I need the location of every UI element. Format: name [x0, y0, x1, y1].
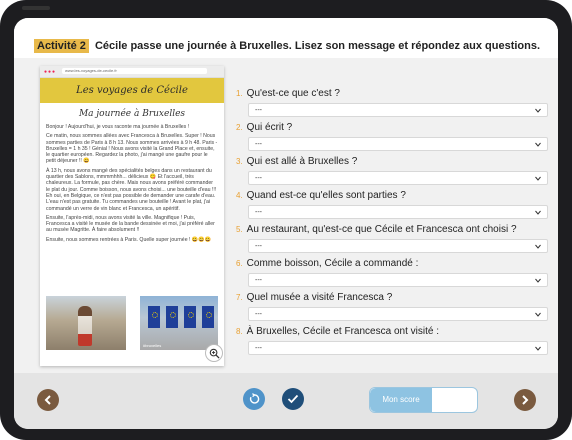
check-icon [287, 394, 299, 404]
activity-header: Activité 2 Cécile passe une journée à Br… [14, 18, 558, 58]
select-value: --- [255, 209, 262, 216]
chevron-down-icon [535, 210, 541, 215]
question-text: Au restaurant, qu'est-ce que Cécile et F… [246, 224, 517, 235]
answer-select[interactable]: --- [248, 239, 548, 253]
chevron-down-icon [535, 312, 541, 317]
photo-eu-flags: #bruxelles [140, 296, 218, 350]
question-label: 3. Qui est allé à Bruxelles ? [236, 156, 554, 167]
select-value: --- [255, 141, 262, 148]
chevron-down-icon [535, 346, 541, 351]
question-number: 7. [236, 293, 243, 302]
reset-icon [249, 393, 260, 404]
question-number: 2. [236, 123, 243, 132]
select-value: --- [255, 243, 262, 250]
post-paragraph: À 13 h, nous avons mangé des spécialités… [46, 167, 217, 212]
question-8: 8. À Bruxelles, Cécile et Francesca ont v… [236, 326, 554, 355]
chevron-down-icon [535, 176, 541, 181]
question-text: Quel musée a visité Francesca ? [246, 292, 393, 303]
answer-select[interactable]: --- [248, 137, 548, 151]
validate-button[interactable] [282, 388, 304, 410]
question-label: 1. Qu'est-ce que c'est ? [236, 88, 554, 99]
question-1: 1. Qu'est-ce que c'est ? --- [236, 88, 554, 117]
post-paragraph: Ce matin, nous sommes allées avec France… [46, 133, 218, 165]
select-value: --- [255, 107, 262, 114]
question-label: 6. Comme boisson, Cécile a commandé : [236, 258, 554, 269]
question-number: 3. [236, 157, 243, 166]
photo-waffle [46, 296, 126, 350]
chevron-down-icon [535, 142, 541, 147]
arrow-left-icon [44, 395, 51, 405]
post-paragraph: Ensuite, nous sommes rentrées à Paris. Q… [46, 236, 212, 243]
question-label: 8. À Bruxelles, Cécile et Francesca ont v… [236, 326, 554, 337]
question-label: 4. Quand est-ce qu'elles sont parties ? [236, 190, 554, 201]
score-toggle[interactable]: Mon score [369, 387, 478, 413]
eu-flag [166, 306, 178, 328]
footer-bar: Mon score [14, 373, 558, 429]
eu-flag [202, 306, 214, 328]
question-4: 4. Quand est-ce qu'elles sont parties ? -… [236, 190, 554, 219]
app-screen: Activité 2 Cécile passe une journée à Br… [14, 18, 558, 429]
question-label: 7. Quel musée a visité Francesca ? [236, 292, 554, 303]
question-number: 5. [236, 225, 243, 234]
photo-caption: #bruxelles [143, 343, 162, 348]
select-value: --- [255, 311, 262, 318]
answer-select[interactable]: --- [248, 171, 548, 185]
reset-button[interactable] [243, 388, 265, 410]
question-6: 6. Comme boisson, Cécile a commandé : --- [236, 258, 554, 287]
chevron-down-icon [535, 278, 541, 283]
score-label: Mon score [370, 388, 432, 412]
browser-url: www.les-voyages-de-cecile.fr [62, 68, 207, 74]
post-paragraph: Ensuite, l'après-midi, nous avons visité… [46, 214, 215, 234]
answer-select[interactable]: --- [248, 103, 548, 117]
question-text: Qui est allé à Bruxelles ? [246, 156, 358, 167]
select-value: --- [255, 175, 262, 182]
eu-flag [148, 306, 160, 328]
zoom-button[interactable] [205, 344, 223, 362]
select-value: --- [255, 277, 262, 284]
question-number: 6. [236, 259, 243, 268]
activity-instruction: Cécile passe une journée à Bruxelles. Li… [94, 40, 541, 52]
question-label: 2. Qui écrit ? [236, 122, 554, 133]
post-body: Bonjour ! Aujourd'hui, je vous raconte m… [40, 124, 224, 243]
question-2: 2. Qui écrit ? --- [236, 122, 554, 151]
question-7: 7. Quel musée a visité Francesca ? --- [236, 292, 554, 321]
arrow-right-icon [522, 395, 529, 405]
activity-tag: Activité 2 [34, 39, 89, 53]
zoom-in-icon [209, 348, 220, 359]
window-dots: ●●● [44, 69, 57, 75]
previous-button[interactable] [37, 389, 59, 411]
eu-flag [184, 306, 196, 328]
answer-select[interactable]: --- [248, 205, 548, 219]
question-text: À Bruxelles, Cécile et Francesca ont vis… [246, 326, 439, 337]
post-paragraph: Bonjour ! Aujourd'hui, je vous raconte m… [46, 124, 190, 130]
select-value: --- [255, 345, 262, 352]
question-number: 4. [236, 191, 243, 200]
question-text: Qu'est-ce que c'est ? [246, 88, 340, 99]
next-button[interactable] [514, 389, 536, 411]
chevron-down-icon [535, 108, 541, 113]
activity-title: Activité 2 Cécile passe une journée à Br… [34, 39, 541, 53]
blog-banner: Les voyages de Cécile [40, 78, 224, 103]
question-number: 8. [236, 327, 243, 336]
answer-select[interactable]: --- [248, 307, 548, 321]
question-text: Quand est-ce qu'elles sont parties ? [246, 190, 406, 201]
post-title: Ma journée à Bruxelles [78, 109, 186, 119]
question-3: 3. Qui est allé à Bruxelles ? --- [236, 156, 554, 185]
chevron-down-icon [535, 244, 541, 249]
tablet-frame: Activité 2 Cécile passe une journée à Br… [0, 0, 572, 440]
person-figure [78, 306, 92, 346]
browser-bar: ●●● www.les-voyages-de-cecile.fr [40, 66, 224, 78]
question-label: 5. Au restaurant, qu'est-ce que Cécile et… [236, 224, 554, 235]
question-5: 5. Au restaurant, qu'est-ce que Cécile et… [236, 224, 554, 253]
camera [22, 6, 50, 10]
answer-select[interactable]: --- [248, 273, 548, 287]
blog-document: ●●● www.les-voyages-de-cecile.fr Les voy… [40, 66, 224, 366]
question-text: Qui écrit ? [246, 122, 293, 133]
post-photos: #bruxelles [46, 296, 218, 350]
question-text: Comme boisson, Cécile a commandé : [246, 258, 419, 269]
question-number: 1. [236, 89, 243, 98]
answer-select[interactable]: --- [248, 341, 548, 355]
